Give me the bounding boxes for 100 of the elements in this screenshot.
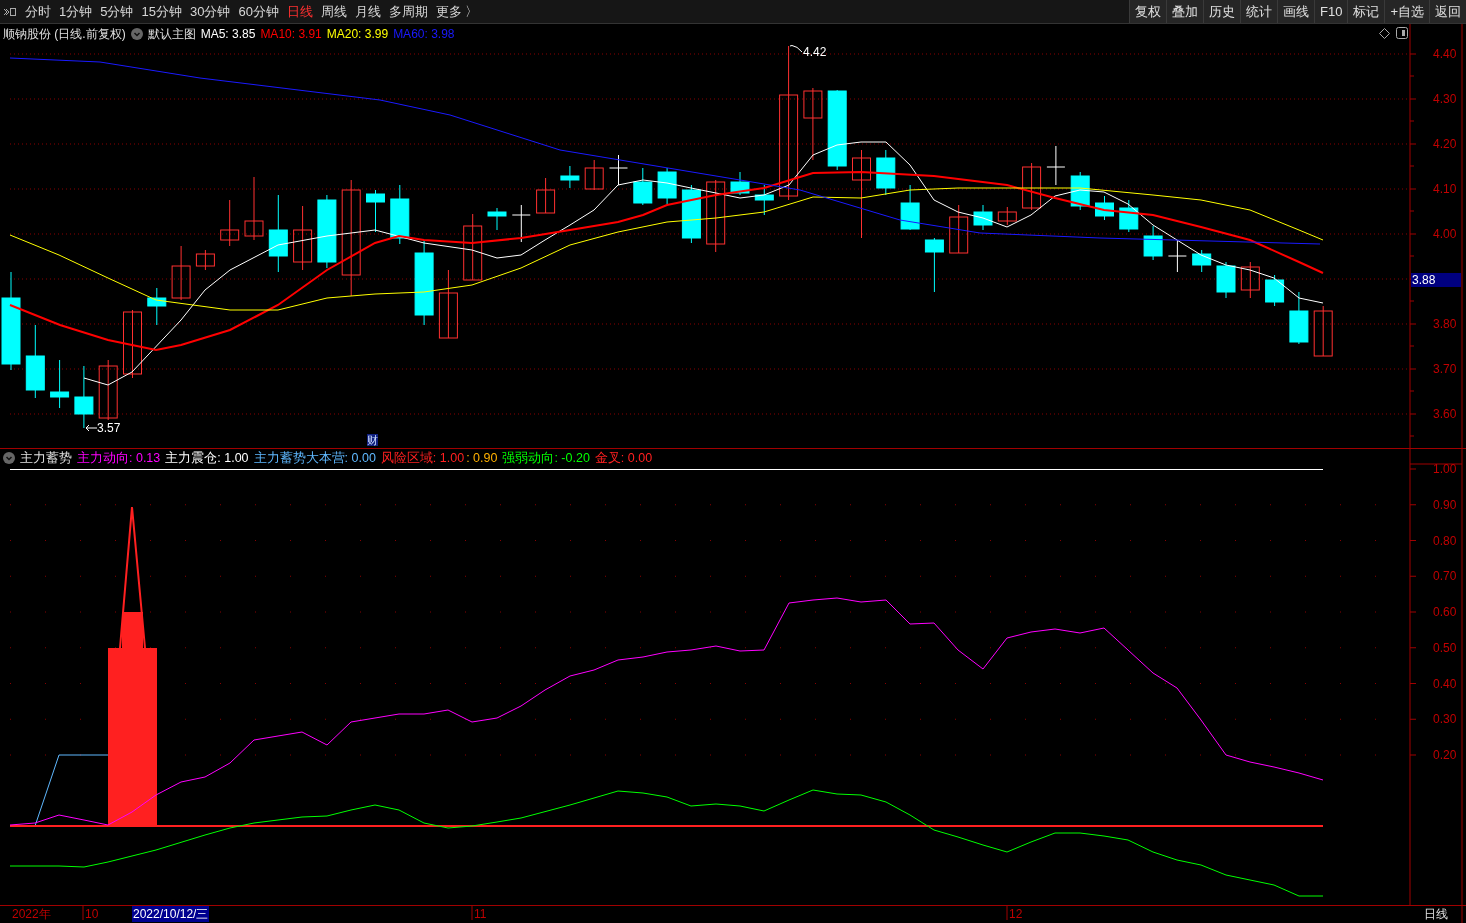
arrow-icon	[85, 424, 97, 432]
candle	[463, 213, 483, 281]
candle	[1119, 199, 1139, 233]
candle	[1022, 162, 1042, 211]
indicator-value: 主力动向: 0.13	[77, 451, 161, 465]
candle	[1046, 145, 1066, 186]
event-marker[interactable]: 财	[367, 434, 378, 446]
indicator-axis-label: 1.00	[1433, 462, 1457, 476]
diamond-icon[interactable]	[1379, 28, 1390, 39]
candle	[900, 184, 920, 231]
candle	[681, 184, 701, 244]
ma-value: MA5: 3.85	[200, 26, 256, 43]
high-price-label: 4.42	[803, 45, 827, 59]
period-label: 日线	[1424, 907, 1448, 921]
period-tab[interactable]: 月线	[354, 1, 381, 22]
collapse-icon[interactable]	[3, 6, 17, 17]
candle	[171, 245, 191, 301]
candle	[147, 287, 167, 326]
indicator-value: : 0.90	[466, 451, 498, 465]
date-axis-label: 12	[1009, 907, 1023, 921]
indicator-axis-label: 0.50	[1433, 640, 1457, 655]
candle	[438, 269, 458, 339]
price-axis-label: 3.70	[1433, 362, 1457, 376]
toolbar-button[interactable]: 历史	[1203, 0, 1240, 23]
period-tab[interactable]: 多周期	[388, 1, 428, 22]
dropdown-icon[interactable]	[130, 28, 143, 40]
period-tab[interactable]: 15分钟	[141, 1, 182, 22]
toolbar-button[interactable]: 画线	[1277, 0, 1314, 23]
toolbar-button[interactable]: F10	[1314, 0, 1348, 23]
indicator-axis-label: 0.90	[1433, 497, 1457, 512]
ma-value: MA60: 3.98	[393, 26, 455, 43]
candle	[366, 189, 385, 233]
candle	[949, 204, 969, 254]
candle	[220, 199, 240, 247]
indicator-axis-label: 0.30	[1433, 712, 1457, 727]
indicator-value: 主力震仓: 1.00	[165, 451, 249, 465]
period-tab[interactable]: 30分钟	[189, 1, 231, 22]
candle	[244, 176, 264, 241]
candle	[293, 205, 313, 271]
candle	[74, 365, 94, 429]
candle	[1192, 249, 1212, 273]
candle	[633, 167, 653, 206]
period-tab[interactable]: 1分钟	[59, 1, 93, 22]
indicator-axis-label: 0.80	[1433, 533, 1457, 548]
toolbar-button[interactable]: 叠加	[1166, 0, 1203, 23]
price-axis-label: 3.80	[1433, 317, 1457, 331]
price-axis-label: 4.30	[1433, 92, 1457, 106]
candle	[1289, 291, 1309, 345]
candle	[1216, 261, 1236, 299]
cursor-date-label: 2022/10/12/三	[132, 906, 210, 922]
candle	[390, 184, 410, 245]
indicator-name[interactable]: 主力蓄势	[20, 451, 72, 465]
period-tab[interactable]: 周线	[320, 1, 347, 22]
date-axis-label: 11	[474, 907, 487, 921]
period-tab[interactable]: 分时	[25, 1, 51, 22]
indicator-value: 强弱动向: -0.20	[502, 451, 590, 465]
candle	[195, 249, 215, 271]
indicator-axis-label: 0.70	[1433, 569, 1457, 584]
price-axis-label: 4.40	[1433, 47, 1457, 61]
period-tab[interactable]: 60分钟	[238, 1, 279, 22]
toolbar-button[interactable]: 复权	[1129, 0, 1166, 23]
price-axis-label: 4.00	[1433, 227, 1457, 241]
candle	[560, 165, 580, 189]
candle	[1240, 261, 1260, 299]
candle	[657, 167, 677, 205]
current-price-label: 3.88	[1411, 273, 1461, 287]
template-selector[interactable]: 默认主图	[147, 25, 196, 43]
candle	[730, 171, 750, 196]
candle	[50, 359, 70, 409]
candle	[609, 154, 628, 186]
leader-line	[789, 45, 803, 55]
dropdown-icon[interactable]	[3, 452, 15, 464]
period-tab[interactable]: 5分钟	[100, 1, 134, 22]
indicator-axis-label: 0.60	[1433, 605, 1457, 619]
period-tab[interactable]: 更多 〉	[435, 1, 479, 22]
period-tab[interactable]: 日线	[286, 1, 313, 22]
price-axis-label: 4.10	[1433, 182, 1457, 196]
candle	[123, 309, 142, 379]
candle	[1313, 305, 1333, 357]
candle	[754, 184, 774, 216]
indicator-value: 风险区域: 1.00	[380, 451, 465, 465]
date-axis-label: 2022年	[12, 907, 51, 921]
ma-value: MA20: 3.99	[326, 26, 389, 43]
chart-title: 顺钠股份 (日线.前复权)	[3, 26, 126, 43]
candle	[997, 206, 1017, 226]
toolbar-button[interactable]: 返回	[1429, 0, 1466, 23]
candle	[1167, 239, 1187, 273]
candle	[924, 237, 944, 293]
panel-toggle-icon[interactable]	[1396, 27, 1408, 39]
candle	[536, 177, 556, 214]
candle	[973, 204, 993, 231]
toolbar-button[interactable]: 标记	[1347, 0, 1385, 23]
indicator-axis-label: 0.20	[1433, 748, 1457, 762]
candle	[98, 359, 118, 421]
toolbar-button[interactable]: +自选	[1384, 0, 1429, 23]
price-axis-label: 3.60	[1433, 407, 1457, 421]
toolbar-button[interactable]: 统计	[1240, 0, 1277, 23]
indicator-value: 金叉: 0.00	[594, 451, 653, 465]
low-price-label: 3.57	[97, 421, 121, 435]
ma-value: MA10: 3.91	[260, 26, 322, 43]
